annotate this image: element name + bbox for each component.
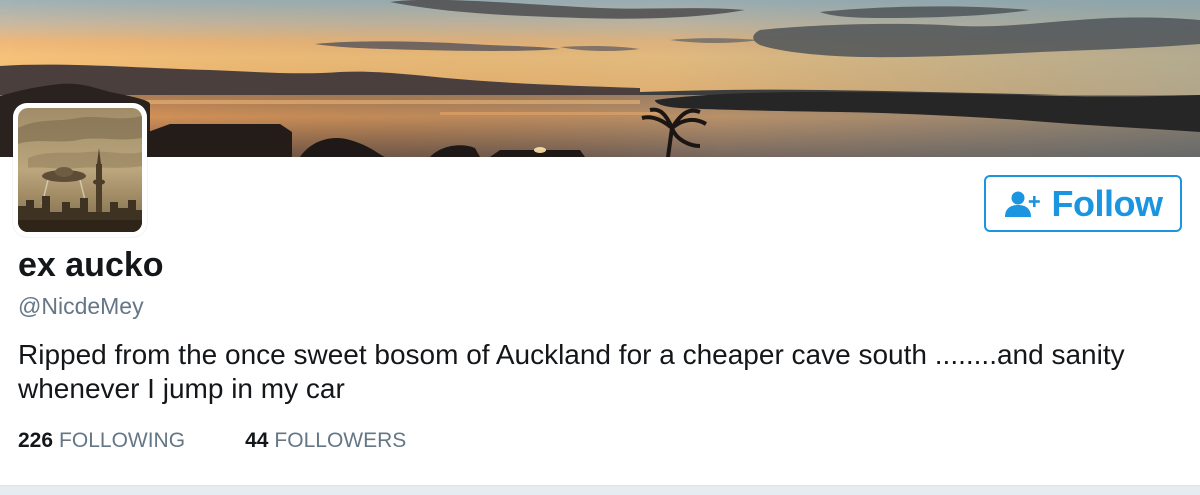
followers-stat[interactable]: 44 FOLLOWERS <box>245 428 406 454</box>
following-label: FOLLOWING <box>59 429 186 452</box>
section-divider <box>0 485 1200 495</box>
header-banner-image[interactable] <box>0 0 1200 157</box>
add-user-icon <box>1004 191 1040 217</box>
profile-stats: 226 FOLLOWING 44 FOLLOWERS <box>18 428 406 454</box>
avatar[interactable] <box>13 103 147 237</box>
avatar-image <box>18 108 142 232</box>
follow-button-label: Follow <box>1051 182 1163 224</box>
following-count: 226 <box>18 429 54 452</box>
following-stat[interactable]: 226 FOLLOWING <box>18 428 185 454</box>
followers-count: 44 <box>245 429 269 452</box>
profile-bio: Ripped from the once sweet bosom of Auck… <box>18 339 1125 404</box>
followers-label: FOLLOWERS <box>274 429 407 452</box>
profile-display-name: ex aucko <box>18 246 164 284</box>
follow-button[interactable]: Follow <box>984 175 1182 232</box>
profile-screen-name[interactable]: @NicdeMey <box>18 292 144 320</box>
profile-page: Follow ex aucko @NicdeMey Ripped from th… <box>0 0 1200 495</box>
